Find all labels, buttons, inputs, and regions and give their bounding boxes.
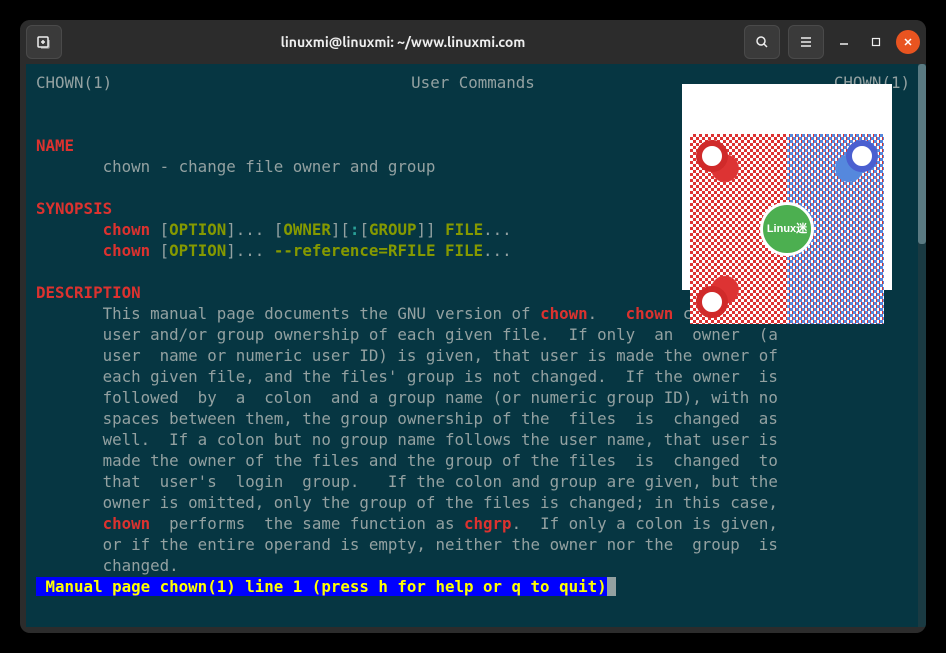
desc-line-1: This manual page documents the GNU versi… [36, 304, 787, 323]
minimize-button[interactable] [832, 30, 856, 54]
qr-finder-tr [846, 140, 878, 172]
desc-line-4: each given file, and the files' group is… [36, 367, 778, 386]
desc-line-5: followed by a colon and a group name (or… [36, 388, 778, 407]
desc-line-13: changed. [36, 556, 179, 575]
section-synopsis-heading: SYNOPSIS [36, 199, 112, 218]
qr-finder-tl [696, 140, 728, 172]
synopsis-line-1: chown [OPTION]... [OWNER][:[GROUP]] FILE… [36, 220, 512, 239]
name-line: chown - change file owner and group [36, 157, 435, 176]
man-blank [36, 115, 46, 134]
titlebar-right [744, 25, 920, 59]
cursor [607, 577, 617, 596]
new-tab-button[interactable] [26, 25, 62, 59]
man-blank [36, 262, 46, 281]
section-description-heading: DESCRIPTION [36, 283, 141, 302]
desc-line-11: chown performs the same function as chgr… [36, 514, 778, 533]
desc-line-12: or if the entire operand is empty, neith… [36, 535, 778, 554]
terminal-content[interactable]: CHOWN(1)User CommandsCHOWN(1) NAME chown… [26, 64, 920, 627]
titlebar: linuxmi@linuxmi: ~/www.linuxmi.com [20, 20, 926, 64]
desc-line-3: user name or numeric user ID) is given, … [36, 346, 778, 365]
terminal-window: linuxmi@linuxmi: ~/www.linuxmi.com CHOWN… [20, 20, 926, 633]
qr-center-logo: Linux迷 [760, 202, 814, 256]
menu-button[interactable] [788, 25, 824, 59]
maximize-button[interactable] [864, 30, 888, 54]
scrollbar-thumb[interactable] [918, 64, 926, 244]
qr-pattern: Linux迷 [690, 134, 884, 324]
qr-code-overlay: Linux迷 [682, 84, 892, 290]
window-title: linuxmi@linuxmi: ~/www.linuxmi.com [66, 34, 740, 50]
desc-line-6: spaces between them, the group ownership… [36, 409, 778, 428]
desc-line-10: owner is omitted, only the group of the … [36, 493, 778, 512]
man-blank [36, 178, 46, 197]
qr-finder-bl [696, 286, 728, 318]
pager-status-line: Manual page chown(1) line 1 (press h for… [36, 577, 607, 596]
synopsis-line-2: chown [OPTION]... --reference=RFILE FILE… [36, 241, 512, 260]
scrollbar[interactable] [918, 64, 926, 627]
section-name-heading: NAME [36, 136, 74, 155]
desc-line-2: user and/or group ownership of each give… [36, 325, 778, 344]
close-button[interactable] [896, 30, 920, 54]
desc-line-7: well. If a colon but no group name follo… [36, 430, 778, 449]
search-button[interactable] [744, 25, 780, 59]
man-header-left: CHOWN(1) [36, 72, 112, 93]
man-header-center: User Commands [411, 72, 535, 93]
desc-line-9: that user's login group. If the colon an… [36, 472, 778, 491]
desc-line-8: made the owner of the files and the grou… [36, 451, 778, 470]
